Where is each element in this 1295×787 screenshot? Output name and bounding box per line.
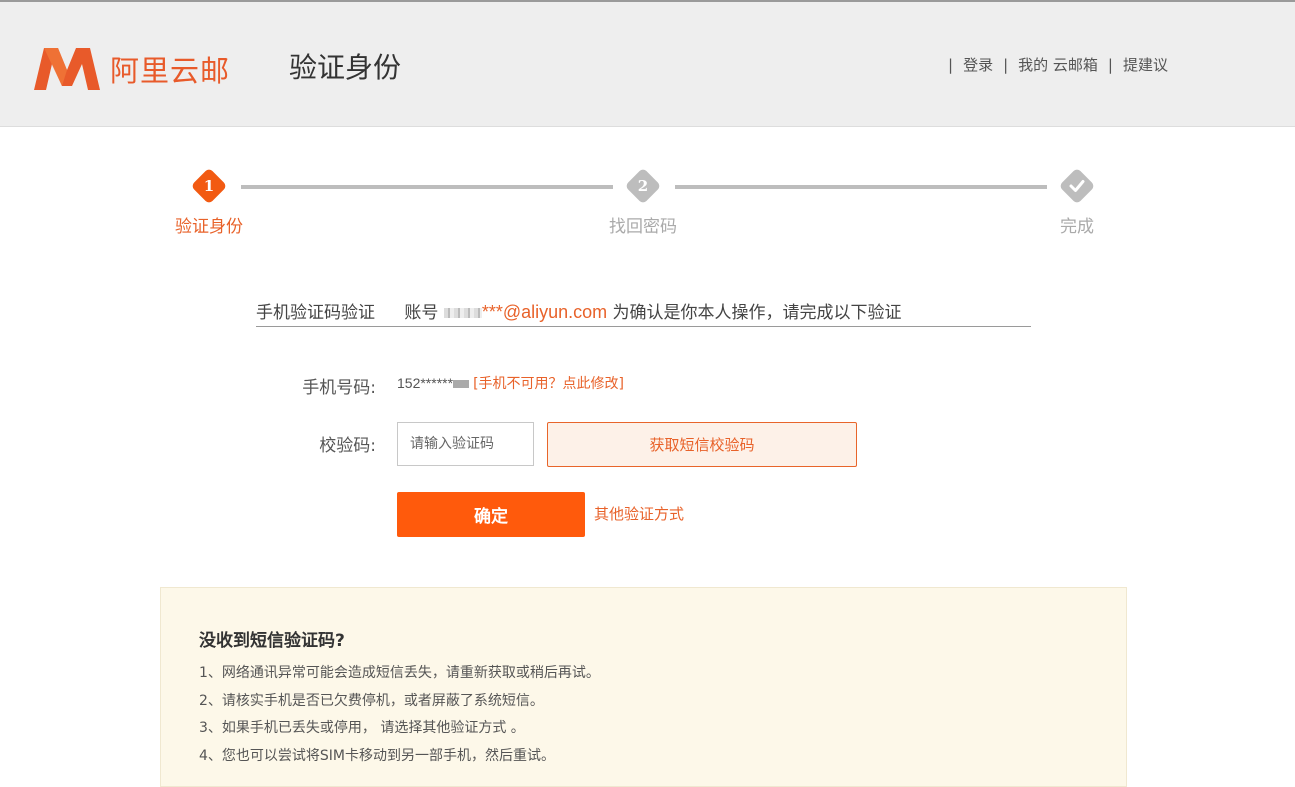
logo-text: 阿里云邮 — [110, 54, 231, 88]
my-mailbox-link[interactable]: 我的 云邮箱 — [1018, 54, 1098, 75]
get-sms-code-button[interactable]: 获取短信校验码 — [547, 422, 857, 467]
help-item: 1、网络通讯异常可能会造成短信丢失，请重新获取或稍后再试。 — [199, 665, 600, 681]
progress-steps: 1 验证身份 2 找回密码 完成 — [0, 164, 1295, 244]
redacted-phone-digits — [453, 380, 470, 389]
check-icon — [1069, 180, 1085, 192]
suggest-link[interactable]: 提建议 — [1123, 54, 1168, 75]
change-phone-link[interactable]: [手机不可用？点此修改] — [473, 376, 624, 392]
help-list: 1、网络通讯异常可能会造成短信丢失，请重新获取或稍后再试。 2、请核实手机是否已… — [199, 660, 600, 770]
top-nav: | 登录 | 我的 云邮箱 | 提建议 — [938, 54, 1168, 75]
login-link[interactable]: 登录 — [963, 54, 993, 75]
verification-code-input[interactable] — [397, 422, 534, 466]
step-2-label: 找回密码 — [609, 217, 677, 237]
step-3-label: 完成 — [1060, 217, 1094, 237]
help-item: 3、如果手机已丢失或停用， 请选择其他验证方式 。 — [199, 720, 525, 736]
confirm-button[interactable]: 确定 — [397, 492, 585, 537]
phone-value: 152****** — [397, 375, 454, 391]
verify-method-line: 手机验证码验证 账号 ***@aliyun.com 为确认是你本人操作，请完成以… — [256, 298, 1031, 327]
verify-method-label: 手机验证码验证 — [256, 303, 375, 323]
help-item: 2、请核实手机是否已欠费停机，或者屏蔽了系统短信。 — [199, 692, 544, 709]
redacted-username — [443, 308, 482, 318]
step-2-number: 2 — [637, 177, 649, 195]
step-1-label: 验证身份 — [175, 217, 243, 237]
code-label: 校验码: — [319, 436, 376, 456]
step-connector — [675, 185, 1047, 189]
help-box: 没收到短信验证码? 1、网络通讯异常可能会造成短信丢失，请重新获取或稍后再试。 … — [160, 587, 1127, 787]
nav-divider: | — [1003, 55, 1009, 74]
logo-m-icon — [34, 48, 100, 90]
help-item: 4、您也可以尝试将SIM卡移动到另一部手机，然后重试。 — [199, 747, 556, 764]
nav-divider: | — [1107, 55, 1113, 74]
step-1-number: 1 — [203, 177, 215, 195]
page-title: 验证身份 — [289, 51, 402, 84]
phone-label: 手机号码: — [302, 378, 376, 398]
step-connector — [241, 185, 613, 189]
account-prefix: 账号 — [404, 303, 439, 323]
help-title: 没收到短信验证码? — [199, 631, 345, 651]
nav-divider: | — [948, 55, 954, 74]
other-verification-link[interactable]: 其他验证方式 — [594, 503, 684, 524]
account-email: ***@aliyun.com — [481, 302, 608, 322]
account-instruction: 为确认是你本人操作，请完成以下验证 — [612, 303, 902, 323]
phone-row: 152****** [手机不可用？点此修改] — [397, 373, 624, 393]
top-header: 阿里云邮 验证身份 | 登录 | 我的 云邮箱 | 提建议 — [0, 0, 1295, 127]
